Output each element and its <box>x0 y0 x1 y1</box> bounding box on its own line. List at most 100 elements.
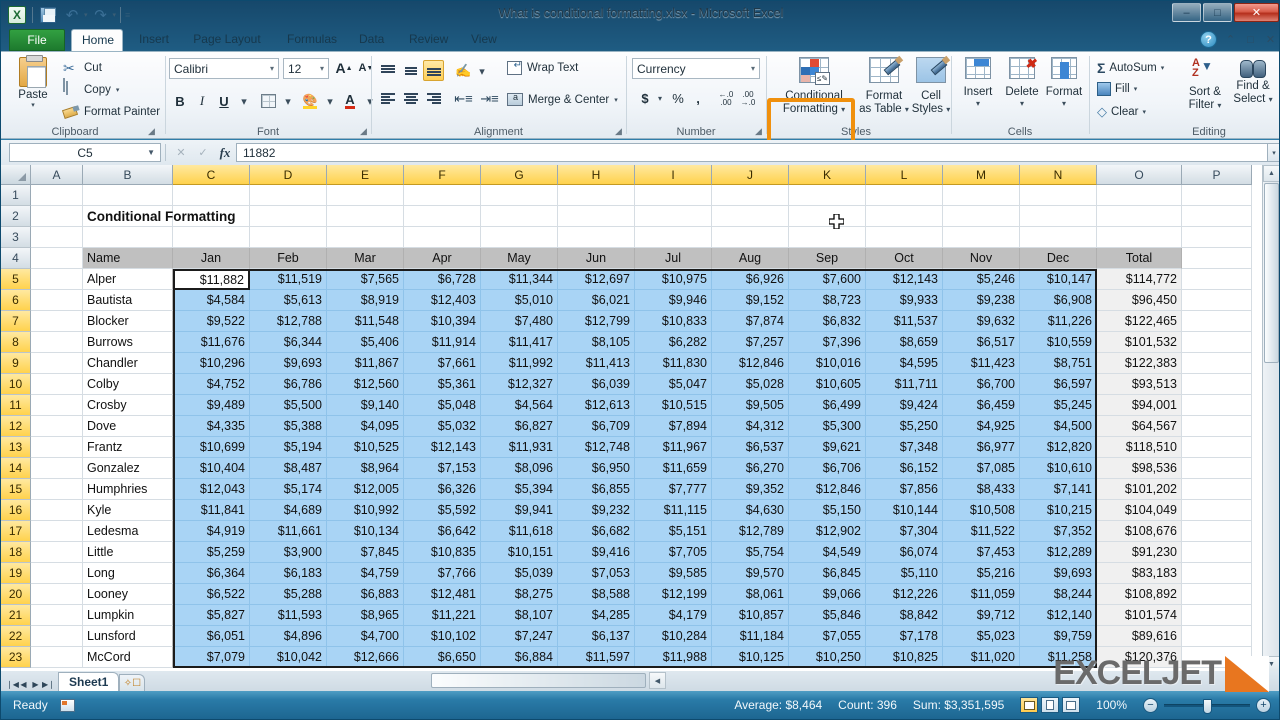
cell-J11[interactable]: $9,505 <box>712 395 789 416</box>
cell-E7[interactable]: $11,548 <box>327 311 404 332</box>
row-header-5[interactable]: 5 <box>1 269 31 290</box>
accounting-format-icon[interactable]: $ <box>638 88 652 109</box>
cell-K5[interactable]: $7,600 <box>789 269 866 290</box>
cell-F16[interactable]: $5,592 <box>404 500 481 521</box>
cell-O1[interactable] <box>1097 185 1182 206</box>
cell-O8[interactable]: $101,532 <box>1097 332 1182 353</box>
font-name-input[interactable]: Calibri ▾ <box>169 58 279 79</box>
cell-M6[interactable]: $9,238 <box>943 290 1020 311</box>
cell-G3[interactable] <box>481 227 558 248</box>
cell-D4[interactable]: Feb <box>250 248 327 269</box>
cell-J5[interactable]: $6,926 <box>712 269 789 290</box>
record-macro-icon[interactable] <box>59 698 75 712</box>
cell-M10[interactable]: $6,700 <box>943 374 1020 395</box>
delete-caret[interactable]: ▾ <box>1001 99 1043 108</box>
cell-F23[interactable]: $6,650 <box>404 647 481 668</box>
number-format-select[interactable]: Currency ▾ <box>632 58 760 79</box>
cell-C16[interactable]: $11,841 <box>173 500 250 521</box>
cell-N19[interactable]: $9,693 <box>1020 563 1097 584</box>
cell-G12[interactable]: $6,827 <box>481 416 558 437</box>
cell-C8[interactable]: $11,676 <box>173 332 250 353</box>
cell-E12[interactable]: $4,095 <box>327 416 404 437</box>
fill-button[interactable]: Fill ▾ <box>1097 82 1137 96</box>
cell-M23[interactable]: $11,020 <box>943 647 1020 668</box>
cell-I5[interactable]: $10,975 <box>635 269 712 290</box>
fill-caret[interactable]: ▾ <box>1134 85 1138 93</box>
cell-B22[interactable]: Lunsford <box>83 626 173 647</box>
cell-N2[interactable] <box>1020 206 1097 227</box>
row-header-14[interactable]: 14 <box>1 458 31 479</box>
cell-N21[interactable]: $12,140 <box>1020 605 1097 626</box>
sort-filter-button[interactable]: A Z ▼ Sort & Filter ▾ <box>1181 57 1229 112</box>
cell-J17[interactable]: $12,789 <box>712 521 789 542</box>
cell-M8[interactable]: $6,517 <box>943 332 1020 353</box>
underline-button[interactable]: U <box>213 90 235 112</box>
cell-A8[interactable] <box>31 332 83 353</box>
cell-I19[interactable]: $9,585 <box>635 563 712 584</box>
cell-J23[interactable]: $10,125 <box>712 647 789 668</box>
cell-K17[interactable]: $12,902 <box>789 521 866 542</box>
cell-P19[interactable] <box>1182 563 1252 584</box>
cell-E10[interactable]: $12,560 <box>327 374 404 395</box>
cell-B16[interactable]: Kyle <box>83 500 173 521</box>
row-header-8[interactable]: 8 <box>1 332 31 353</box>
font-name-caret[interactable]: ▾ <box>270 64 274 73</box>
cell-N5[interactable]: $10,147 <box>1020 269 1097 290</box>
cell-O16[interactable]: $104,049 <box>1097 500 1182 521</box>
cell-J15[interactable]: $9,352 <box>712 479 789 500</box>
cell-A4[interactable] <box>31 248 83 269</box>
insert-caret[interactable]: ▾ <box>957 99 999 108</box>
conditional-formatting-button[interactable]: ≤✎ Conditional Formatting ▾ <box>776 57 852 116</box>
help-icon[interactable]: ? <box>1200 31 1217 48</box>
cell-J16[interactable]: $4,630 <box>712 500 789 521</box>
cell-F22[interactable]: $10,102 <box>404 626 481 647</box>
cell-K14[interactable]: $6,706 <box>789 458 866 479</box>
cell-F2[interactable] <box>404 206 481 227</box>
clear-caret[interactable]: ▾ <box>1142 108 1146 116</box>
cell-F18[interactable]: $10,835 <box>404 542 481 563</box>
cell-M18[interactable]: $7,453 <box>943 542 1020 563</box>
cell-O17[interactable]: $108,676 <box>1097 521 1182 542</box>
column-header-l[interactable]: L <box>866 165 943 185</box>
column-header-h[interactable]: H <box>558 165 635 185</box>
cell-B19[interactable]: Long <box>83 563 173 584</box>
page-layout-view-icon[interactable] <box>1041 697 1060 713</box>
cell-D7[interactable]: $12,788 <box>250 311 327 332</box>
cell-L7[interactable]: $11,537 <box>866 311 943 332</box>
cell-D21[interactable]: $11,593 <box>250 605 327 626</box>
cell-E16[interactable]: $10,992 <box>327 500 404 521</box>
cell-K11[interactable]: $6,499 <box>789 395 866 416</box>
cell-F14[interactable]: $7,153 <box>404 458 481 479</box>
row-header-12[interactable]: 12 <box>1 416 31 437</box>
tab-view[interactable]: View <box>461 29 505 51</box>
sheet-tab-sheet1[interactable]: Sheet1 <box>58 672 120 691</box>
find-select-caret[interactable]: ▾ <box>1269 95 1273 104</box>
cell-M9[interactable]: $11,423 <box>943 353 1020 374</box>
cell-A1[interactable] <box>31 185 83 206</box>
number-dialog-launcher[interactable]: ◢ <box>753 126 764 137</box>
cell-B17[interactable]: Ledesma <box>83 521 173 542</box>
cell-G16[interactable]: $9,941 <box>481 500 558 521</box>
cell-C21[interactable]: $5,827 <box>173 605 250 626</box>
cell-styles-button[interactable]: Cell Styles ▾ <box>906 57 956 116</box>
scroll-left-icon[interactable]: ◀ <box>649 672 666 689</box>
align-center-icon[interactable] <box>400 88 421 109</box>
cell-D17[interactable]: $11,661 <box>250 521 327 542</box>
cell-G21[interactable]: $8,107 <box>481 605 558 626</box>
select-all-corner[interactable] <box>1 165 31 185</box>
cell-I20[interactable]: $12,199 <box>635 584 712 605</box>
cell-C19[interactable]: $6,364 <box>173 563 250 584</box>
cell-J21[interactable]: $10,857 <box>712 605 789 626</box>
cell-M13[interactable]: $6,977 <box>943 437 1020 458</box>
cell-E11[interactable]: $9,140 <box>327 395 404 416</box>
cell-C10[interactable]: $4,752 <box>173 374 250 395</box>
row-header-21[interactable]: 21 <box>1 605 31 626</box>
cell-C17[interactable]: $4,919 <box>173 521 250 542</box>
cell-H16[interactable]: $9,232 <box>558 500 635 521</box>
cell-A17[interactable] <box>31 521 83 542</box>
cell-E13[interactable]: $10,525 <box>327 437 404 458</box>
cell-O4[interactable]: Total <box>1097 248 1182 269</box>
zoom-slider-thumb[interactable] <box>1203 698 1212 714</box>
cell-I1[interactable] <box>635 185 712 206</box>
cell-B1[interactable] <box>83 185 173 206</box>
